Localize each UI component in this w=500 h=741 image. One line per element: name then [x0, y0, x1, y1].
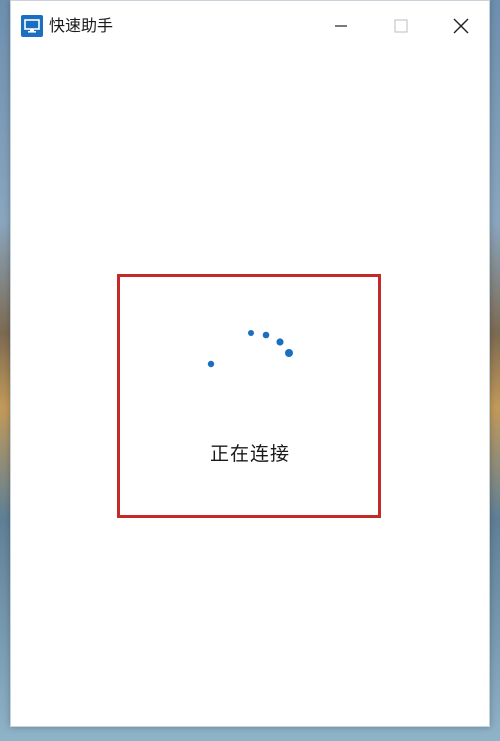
minimize-button[interactable]: [311, 1, 371, 51]
minimize-icon: [335, 25, 347, 27]
desktop-background: 快速助手 正在连接: [0, 0, 500, 741]
loading-spinner-icon: [207, 330, 293, 368]
close-icon: [453, 18, 469, 34]
connection-status-text: 正在连接: [209, 443, 290, 465]
maximize-icon: [394, 19, 408, 33]
main-content: 正在连接: [11, 51, 489, 728]
quick-assist-window: 快速助手 正在连接: [10, 0, 490, 727]
title-bar[interactable]: 快速助手: [11, 1, 489, 51]
highlight-annotation-box: [117, 274, 381, 518]
window-title: 快速助手: [49, 16, 114, 35]
close-button[interactable]: [431, 1, 491, 51]
maximize-button[interactable]: [371, 1, 431, 51]
remote-assist-icon: [21, 15, 43, 37]
